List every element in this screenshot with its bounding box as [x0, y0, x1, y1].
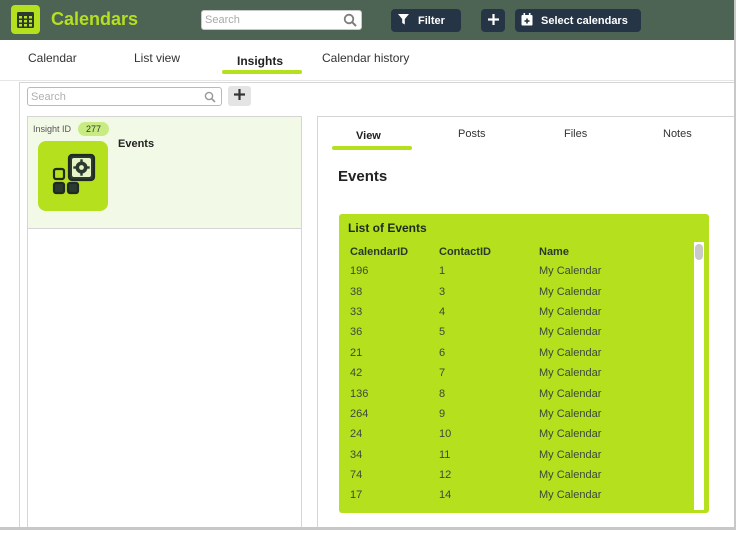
cell-name: My Calendar: [539, 469, 602, 482]
cell-name: My Calendar: [539, 326, 602, 339]
cell-name: My Calendar: [539, 265, 602, 278]
add-insight-button[interactable]: [228, 86, 251, 106]
cell-name: My Calendar: [539, 448, 602, 461]
table-row[interactable]: 264 9 My Calendar: [339, 404, 684, 424]
cell-contactid: 8: [439, 387, 446, 400]
cell-calendarid: 36: [350, 326, 363, 339]
search-icon[interactable]: [343, 13, 357, 32]
events-table: CalendarID ContactID Name 196 1 My Calenda…: [339, 242, 684, 506]
cell-name: My Calendar: [539, 367, 602, 380]
tab-insights[interactable]: Insights: [237, 54, 283, 68]
table-row[interactable]: 21 6 My Calendar: [339, 343, 684, 363]
select-calendars-label: Select calendars: [541, 14, 628, 27]
table-row[interactable]: 36 5 My Calendar: [339, 322, 684, 342]
insight-id-label: Insight ID: [33, 124, 72, 134]
cell-name: My Calendar: [539, 387, 602, 400]
table-row[interactable]: 24 10 My Calendar: [339, 424, 684, 444]
table-row[interactable]: 17 14 My Calendar: [339, 485, 684, 505]
top-search-input[interactable]: [205, 12, 340, 28]
insights-search-field[interactable]: [27, 87, 222, 106]
app-title: Calendars: [51, 9, 139, 29]
calendar-add-icon: [521, 12, 533, 29]
cell-contactid: 12: [439, 469, 452, 482]
table-row[interactable]: 136 8 My Calendar: [339, 383, 684, 403]
filter-button[interactable]: Filter: [391, 9, 461, 32]
cell-calendarid: 74: [350, 469, 363, 482]
vertical-scrollbar[interactable]: [694, 242, 704, 510]
cell-calendarid: 196: [350, 265, 369, 278]
tab-list-view[interactable]: List view: [134, 51, 180, 65]
cell-calendarid: 264: [350, 407, 369, 420]
table-row[interactable]: 196 1 My Calendar: [339, 261, 684, 281]
insights-list: Insight ID 277 Events: [27, 116, 302, 527]
cell-name: My Calendar: [539, 346, 602, 359]
dashboard-gear-icon: [38, 141, 108, 211]
cell-calendarid: 21: [350, 346, 363, 359]
insight-title: Events: [118, 138, 155, 150]
insights-search-input[interactable]: [31, 89, 201, 104]
table-row[interactable]: 33 4 My Calendar: [339, 302, 684, 322]
add-button[interactable]: [481, 9, 505, 32]
table-header-row: CalendarID ContactID Name: [339, 242, 684, 261]
cell-name: My Calendar: [539, 489, 602, 502]
search-icon[interactable]: [204, 90, 216, 108]
cell-name: My Calendar: [539, 407, 602, 420]
tab-notes[interactable]: Notes: [663, 128, 692, 140]
cell-calendarid: 34: [350, 448, 363, 461]
top-bar: Calendars Filter Select calendars: [0, 0, 734, 40]
top-search-field[interactable]: [201, 10, 362, 30]
cell-contactid: 1: [439, 265, 446, 278]
cell-contactid: 4: [439, 305, 446, 318]
tab-files[interactable]: Files: [564, 128, 587, 140]
calendar-app-icon[interactable]: [11, 5, 40, 34]
cell-name: My Calendar: [539, 428, 602, 441]
plus-icon: [487, 13, 499, 28]
tab-view[interactable]: View: [356, 130, 381, 142]
scrollbar-thumb[interactable]: [695, 244, 703, 260]
cell-calendarid: 38: [350, 285, 363, 298]
cell-contactid: 10: [439, 428, 452, 441]
table-row[interactable]: 34 11 My Calendar: [339, 445, 684, 465]
filter-label: Filter: [418, 14, 445, 27]
main-tabs: Calendar List view Insights Calendar his…: [0, 40, 734, 81]
table-row[interactable]: 74 12 My Calendar: [339, 465, 684, 485]
cell-calendarid: 17: [350, 489, 363, 502]
cell-name: My Calendar: [539, 305, 602, 318]
funnel-icon: [398, 13, 409, 28]
table-row[interactable]: 38 3 My Calendar: [339, 281, 684, 301]
tab-calendar[interactable]: Calendar: [28, 51, 77, 65]
tab-posts[interactable]: Posts: [458, 128, 486, 140]
cell-contactid: 5: [439, 326, 446, 339]
table-row[interactable]: 42 7 My Calendar: [339, 363, 684, 383]
column-header-name[interactable]: Name: [539, 242, 684, 261]
cell-contactid: 7: [439, 367, 446, 380]
cell-contactid: 9: [439, 407, 446, 420]
events-list-panel: List of Events CalendarID ContactID Name…: [339, 214, 709, 513]
section-title: Events: [338, 168, 388, 185]
cell-contactid: 11: [439, 448, 451, 461]
insight-card[interactable]: Insight ID 277 Events: [28, 117, 301, 229]
active-detail-tab-indicator: [332, 146, 412, 150]
plus-icon: [234, 87, 245, 105]
column-header-contactid[interactable]: ContactID: [439, 242, 539, 261]
app-window: Calendars Filter Select calendars: [0, 0, 736, 530]
insight-detail: View Posts Files Notes Events List of Ev…: [317, 116, 734, 527]
select-calendars-button[interactable]: Select calendars: [515, 9, 641, 32]
column-header-calendarid[interactable]: CalendarID: [339, 242, 439, 261]
active-tab-indicator: [222, 70, 302, 74]
cell-contactid: 3: [439, 285, 446, 298]
cell-calendarid: 33: [350, 305, 363, 318]
events-list-title: List of Events: [348, 221, 427, 235]
insight-id-badge: 277: [78, 122, 110, 136]
tab-calendar-history[interactable]: Calendar history: [322, 51, 409, 65]
cell-calendarid: 136: [350, 387, 369, 400]
cell-contactid: 6: [439, 346, 446, 359]
cell-name: My Calendar: [539, 285, 602, 298]
cell-calendarid: 24: [350, 428, 363, 441]
cell-contactid: 14: [439, 489, 452, 502]
cell-calendarid: 42: [350, 367, 363, 380]
